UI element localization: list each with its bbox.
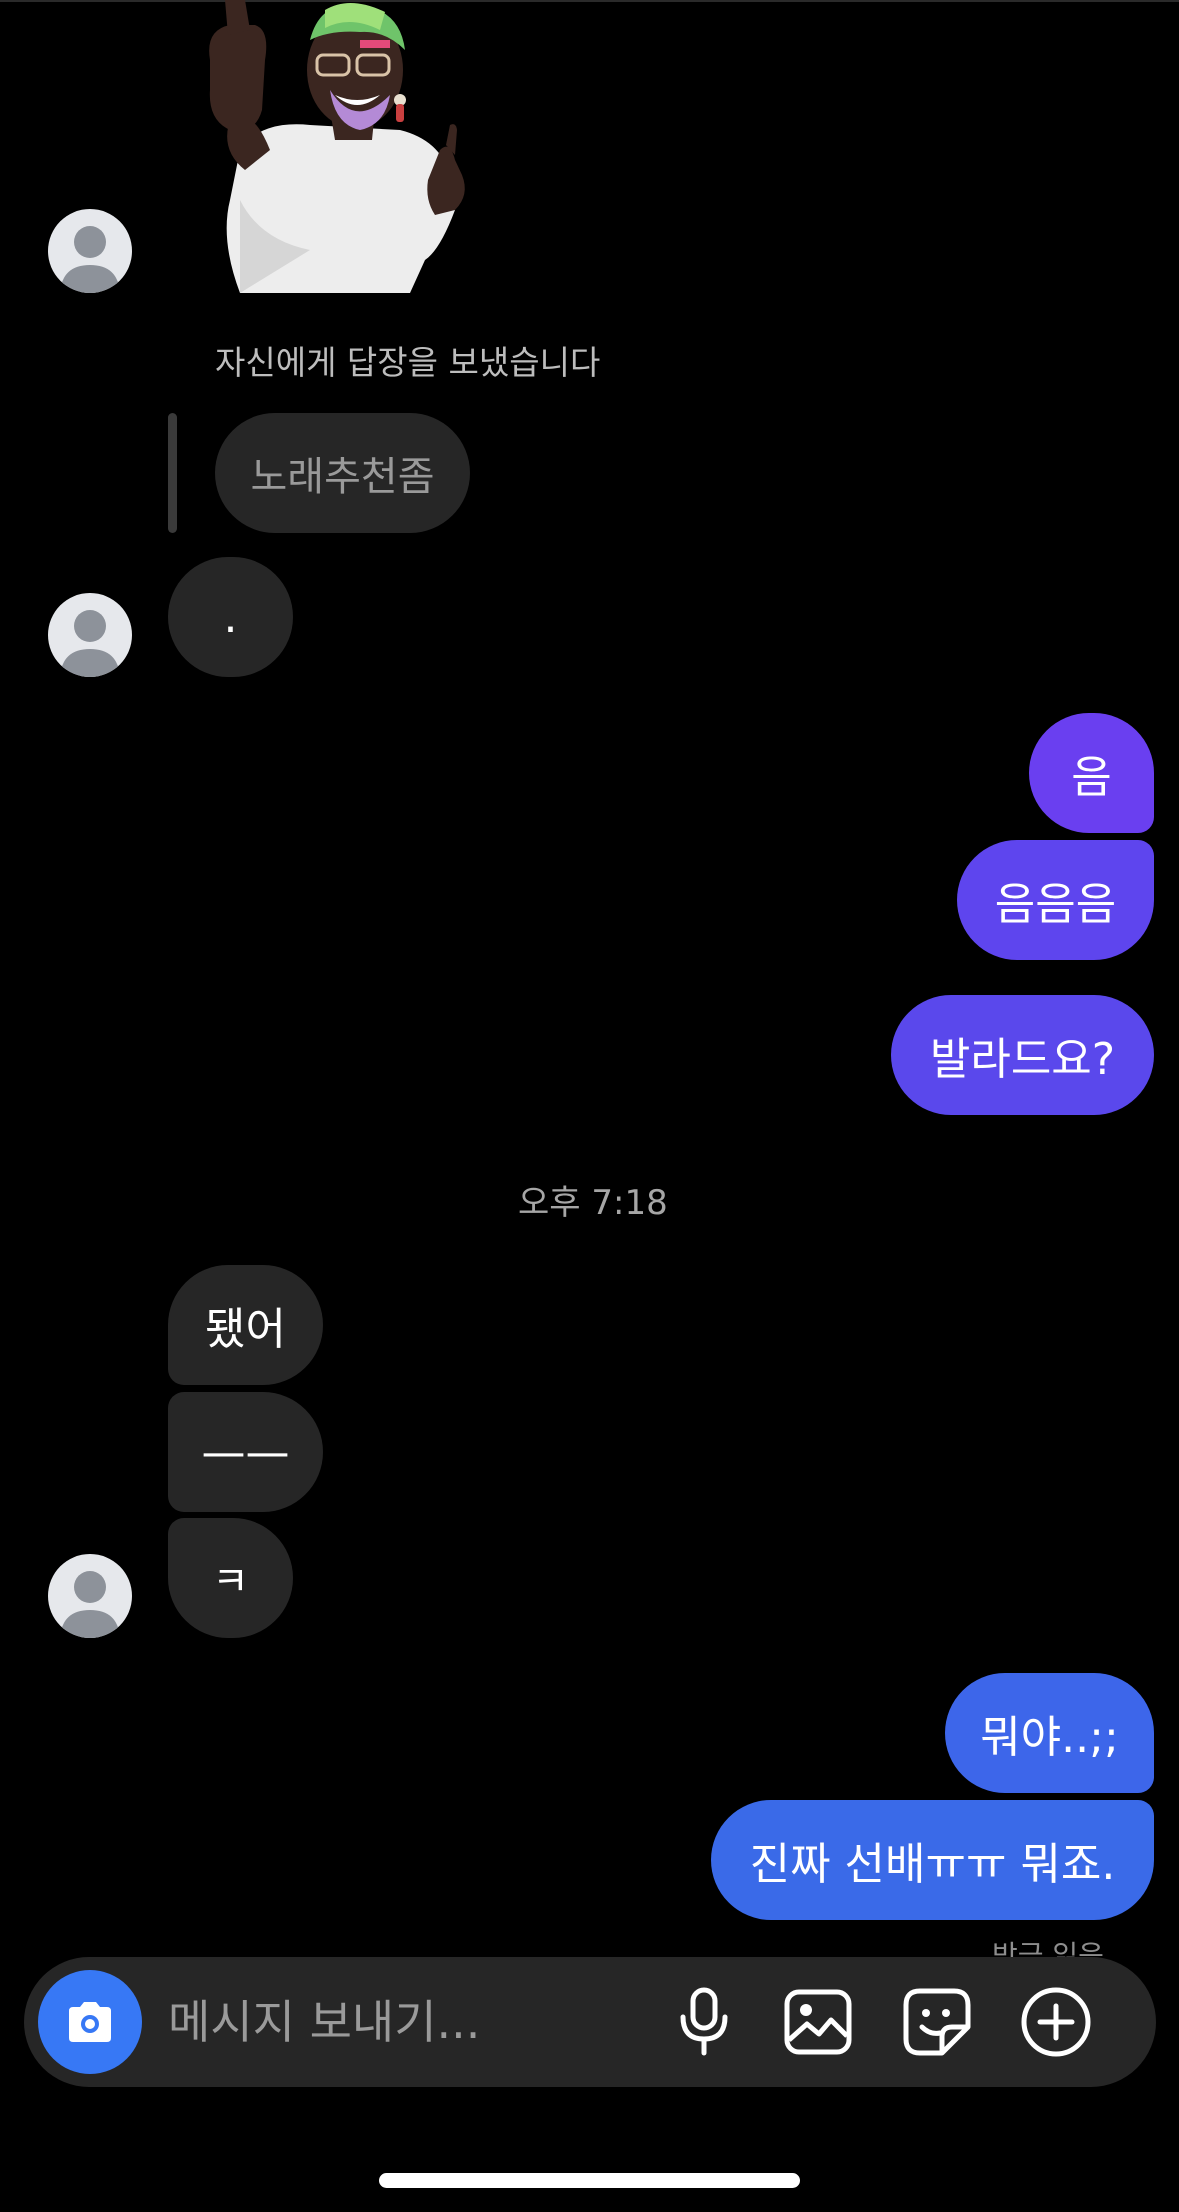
top-divider [0, 0, 1179, 2]
message-input[interactable] [168, 1985, 648, 2059]
microphone-icon [680, 1987, 728, 2056]
outgoing-message-bubble[interactable]: 진짜 선배ㅠㅠ 뭐죠. [711, 1800, 1154, 1920]
incoming-message-bubble[interactable]: —— [168, 1392, 323, 1512]
avatar[interactable] [48, 1554, 132, 1638]
quoted-message-bubble[interactable]: 노래추천좀 [215, 413, 470, 533]
gallery-button[interactable] [780, 1984, 856, 2060]
outgoing-message-bubble[interactable]: 뭐야..;; [945, 1673, 1154, 1793]
more-options-button[interactable] [1018, 1984, 1094, 2060]
camera-icon [69, 2002, 111, 2042]
default-profile-icon [60, 226, 120, 293]
plus-icon [1021, 1987, 1091, 2057]
home-indicator[interactable] [379, 2173, 800, 2188]
incoming-message-bubble[interactable]: 됐어 [168, 1265, 323, 1385]
read-receipt: 방금 읽음 [992, 1939, 1104, 1957]
outgoing-message-bubble[interactable]: 음 [1029, 713, 1154, 833]
default-profile-icon [60, 1571, 120, 1638]
microphone-button[interactable] [666, 1984, 742, 2060]
sticker-icon [903, 1988, 971, 2056]
thumbs-up-avatar-sticker [209, 0, 465, 293]
reply-notice: 자신에게 답장을 보냈습니다 [215, 343, 601, 382]
incoming-message-bubble[interactable]: . [168, 557, 293, 677]
camera-button[interactable] [38, 1970, 142, 2074]
sticker-message[interactable] [200, 0, 490, 293]
avatar[interactable] [48, 209, 132, 293]
default-profile-icon [60, 610, 120, 677]
outgoing-message-bubble[interactable]: 음음음 [957, 840, 1154, 960]
incoming-message-bubble[interactable]: ㅋ [168, 1518, 293, 1638]
gallery-icon [784, 1989, 852, 2055]
reply-quote-bar [168, 413, 177, 533]
sticker-button[interactable] [899, 1984, 975, 2060]
message-timestamp: 오후 7:18 [518, 1183, 668, 1223]
outgoing-message-bubble[interactable]: 발라드요? [891, 995, 1154, 1115]
avatar[interactable] [48, 593, 132, 677]
